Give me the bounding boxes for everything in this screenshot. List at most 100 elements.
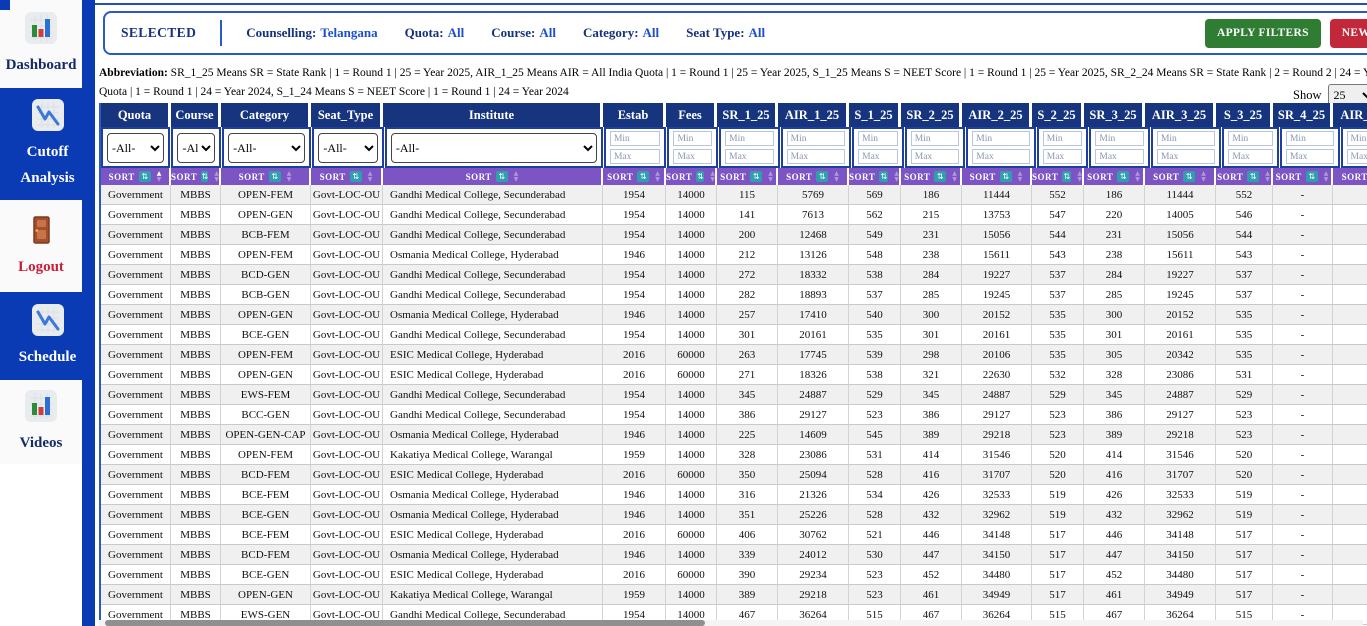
cell-air_1_25: 25226	[778, 505, 849, 525]
sort-button-estab[interactable]: SORT⇅▲▼	[603, 168, 666, 185]
cell-air_1_25: 29127	[778, 405, 849, 425]
s_1_25-max-input[interactable]	[858, 149, 898, 164]
sort-button-air_3_25[interactable]: SORT⇅▲▼	[1145, 168, 1216, 185]
cell-air_3_25: 31546	[1145, 445, 1216, 465]
new-search-button[interactable]: NEW SEARCH	[1330, 19, 1367, 48]
sort-button-sr_2_25[interactable]: SORT⇅▲▼	[901, 168, 962, 185]
sr_3_25-max-input[interactable]	[1095, 149, 1144, 164]
fees-min-input[interactable]	[673, 131, 712, 146]
filter-select-quota[interactable]: -All-	[107, 133, 164, 163]
cell-sr_3_25: 238	[1084, 245, 1145, 265]
sr_4_25-min-input[interactable]	[1286, 131, 1334, 146]
filter-select-institute[interactable]: -All-	[391, 133, 597, 163]
sidebar-item-videos[interactable]: Videos	[0, 380, 82, 464]
sr_3_25-min-input[interactable]	[1095, 131, 1144, 146]
cell-s_1_25: 540	[849, 305, 901, 325]
sr_2_25-max-input[interactable]	[911, 149, 960, 164]
column-header-s_2_25: S_2_25	[1032, 103, 1084, 127]
sidebar-item-cutoff-analysis[interactable]: Cutoff Analysis	[0, 88, 95, 200]
air_4_25-max-input[interactable]	[1347, 149, 1367, 164]
sort-button-institute[interactable]: SORT⇅▲▼	[383, 168, 603, 185]
cell-air_1_25: 7613	[778, 205, 849, 225]
air_3_25-min-input[interactable]	[1157, 131, 1215, 146]
cell-s_2_25: 535	[1032, 345, 1084, 365]
estab-min-input[interactable]	[610, 131, 661, 146]
cell-air_4_25: -	[1333, 405, 1367, 425]
cell-sr_4_25: -	[1273, 305, 1333, 325]
sort-button-category[interactable]: SORT⇅▲▼	[221, 168, 311, 185]
sort-button-seat_type[interactable]: SORT⇅▲▼	[311, 168, 383, 185]
cell-s_1_25: 537	[849, 285, 901, 305]
s_3_25-min-input[interactable]	[1228, 131, 1273, 146]
cell-course: MBBS	[171, 345, 221, 365]
estab-max-input[interactable]	[610, 149, 661, 164]
cell-fees: 14000	[666, 385, 717, 405]
fees-max-input[interactable]	[673, 149, 712, 164]
cell-s_2_25: 517	[1032, 565, 1084, 585]
cell-s_3_25: 517	[1216, 565, 1273, 585]
cell-s_3_25: 546	[1216, 205, 1273, 225]
sr_2_25-min-input[interactable]	[911, 131, 960, 146]
cell-air_1_25: 20161	[778, 325, 849, 345]
cell-air_4_25: -	[1333, 345, 1367, 365]
air_2_25-max-input[interactable]	[972, 149, 1029, 164]
cell-air_3_25: 20152	[1145, 305, 1216, 325]
cell-sr_3_25: 220	[1084, 205, 1145, 225]
cell-institute: ESIC Medical College, Hyderabad	[383, 465, 603, 485]
sort-button-air_2_25[interactable]: SORT⇅▲▼	[962, 168, 1032, 185]
cell-sr_4_25: -	[1273, 485, 1333, 505]
line-chart-down-icon	[31, 303, 65, 337]
cell-seat_type: Govt-LOC-OU	[311, 485, 383, 505]
apply-filters-button[interactable]: APPLY FILTERS	[1205, 19, 1321, 48]
s_1_25-min-input[interactable]	[858, 131, 898, 146]
s_2_25-min-input[interactable]	[1043, 131, 1083, 146]
sidebar-item-label: Dashboard	[6, 52, 77, 78]
sr_4_25-max-input[interactable]	[1286, 149, 1334, 164]
cell-air_3_25: 32962	[1145, 505, 1216, 525]
column-header-category: Category	[221, 103, 311, 127]
sidebar-item-schedule[interactable]: Schedule	[0, 292, 95, 380]
cell-sr_1_25: 386	[717, 405, 778, 425]
cell-quota: Government	[101, 245, 171, 265]
filter-cell-course: -All-	[171, 127, 221, 168]
filter-select-course[interactable]: -All-	[177, 133, 215, 163]
air_2_25-min-input[interactable]	[972, 131, 1029, 146]
cell-s_2_25: 519	[1032, 485, 1084, 505]
air_4_25-min-input[interactable]	[1347, 131, 1367, 146]
sort-button-sr_1_25[interactable]: SORT⇅▲▼	[717, 168, 778, 185]
s_3_25-max-input[interactable]	[1228, 149, 1273, 164]
air_1_25-max-input[interactable]	[787, 149, 845, 164]
cell-air_4_25: -	[1333, 485, 1367, 505]
sort-button-sr_4_25[interactable]: SORT⇅▲▼	[1273, 168, 1333, 185]
s_2_25-max-input[interactable]	[1043, 149, 1083, 164]
sidebar-item-logout[interactable]: Logout	[0, 200, 82, 292]
sort-button-quota[interactable]: SORT⇅▲▼	[101, 168, 171, 185]
filter-select-category[interactable]: -All-	[228, 133, 305, 163]
sidebar-item-dashboard[interactable]: Dashboard	[0, 0, 82, 88]
cell-s_3_25: 537	[1216, 285, 1273, 305]
cell-sr_2_25: 386	[901, 405, 962, 425]
cell-s_1_25: 538	[849, 265, 901, 285]
cell-s_1_25: 538	[849, 365, 901, 385]
cell-sr_1_25: 212	[717, 245, 778, 265]
sr_1_25-min-input[interactable]	[725, 131, 774, 146]
sort-button-course[interactable]: SORT⇅▲▼	[171, 168, 221, 185]
filter-select-seat_type[interactable]: -All-	[318, 133, 377, 163]
cell-institute: Gandhi Medical College, Secunderabad	[383, 185, 603, 205]
sr_1_25-max-input[interactable]	[725, 149, 774, 164]
air_3_25-max-input[interactable]	[1157, 149, 1215, 164]
sort-button-s_2_25[interactable]: SORT⇅▲▼	[1032, 168, 1084, 185]
sort-button-fees[interactable]: SORT⇅▲▼	[666, 168, 717, 185]
sort-button-sr_3_25[interactable]: SORT⇅▲▼	[1084, 168, 1145, 185]
air_1_25-min-input[interactable]	[787, 131, 845, 146]
cell-sr_2_25: 389	[901, 425, 962, 445]
cell-air_2_25: 29218	[962, 425, 1032, 445]
horizontal-scrollbar-thumb[interactable]	[105, 620, 705, 626]
sort-button-s_1_25[interactable]: SORT⇅▲▼	[849, 168, 901, 185]
sort-button-s_3_25[interactable]: SORT⇅▲▼	[1216, 168, 1273, 185]
sort-button-air_4_25[interactable]: SORT⇅▲▼	[1333, 168, 1367, 185]
sort-button-air_1_25[interactable]: SORT⇅▲▼	[778, 168, 849, 185]
table-row: GovernmentMBBSBCC-GENGovt-LOC-OUGandhi M…	[101, 405, 1367, 425]
cell-s_2_25: 544	[1032, 225, 1084, 245]
cell-sr_1_25: 257	[717, 305, 778, 325]
